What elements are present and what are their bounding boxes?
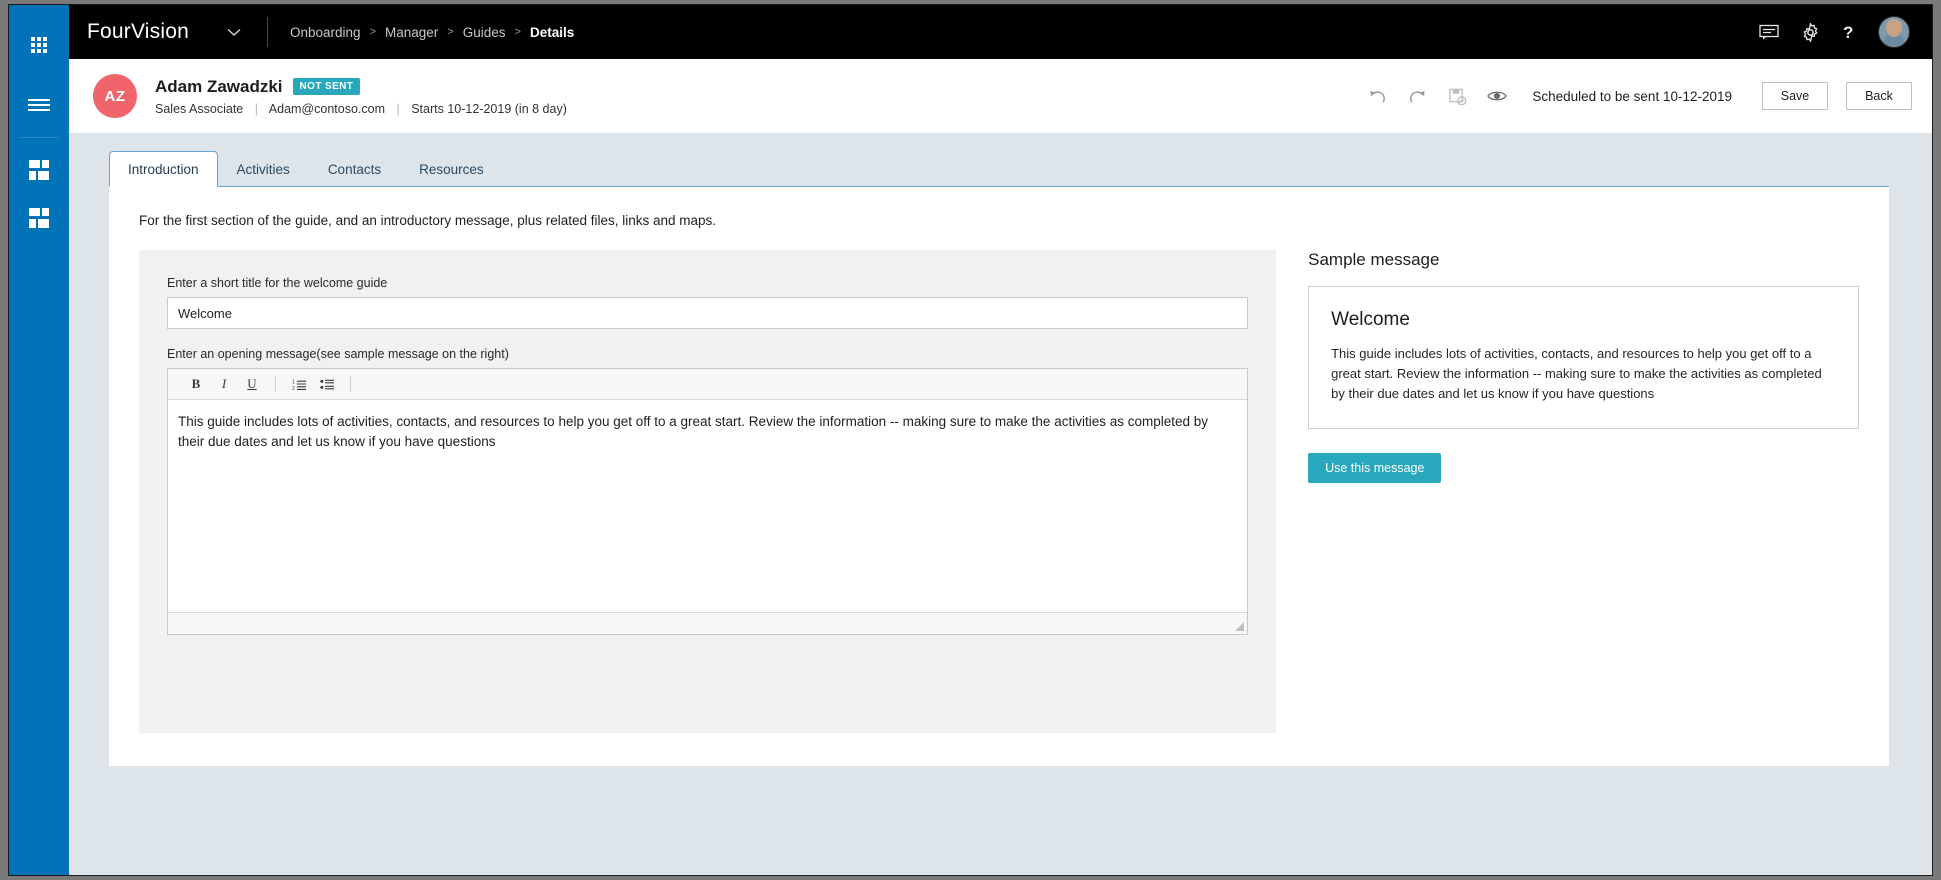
breadcrumb-separator: > — [447, 26, 454, 38]
message-field-label: Enter an opening message(see sample mess… — [167, 347, 509, 361]
tab-activities[interactable]: Activities — [218, 151, 309, 187]
hamburger-icon — [28, 96, 50, 114]
editor-footer — [168, 612, 1248, 634]
sample-message-body: This guide includes lots of activities, … — [1331, 346, 1822, 401]
gear-icon[interactable] — [1801, 22, 1820, 42]
redo-icon[interactable] — [1406, 85, 1428, 107]
waffle-icon — [31, 37, 47, 53]
status-badge: NOT SENT — [292, 78, 361, 95]
tab-resources[interactable]: Resources — [400, 151, 503, 187]
undo-icon[interactable] — [1366, 85, 1388, 107]
tab-strip: Introduction Activities Contacts Resourc… — [109, 151, 1932, 187]
breadcrumb-item-guides[interactable]: Guides — [463, 25, 506, 40]
workspace-button-2[interactable] — [9, 194, 69, 242]
breadcrumb-item-details[interactable]: Details — [530, 25, 574, 40]
svg-text:1: 1 — [292, 379, 295, 385]
app-launcher-button[interactable] — [9, 21, 69, 69]
svg-text:?: ? — [1843, 23, 1853, 42]
rich-text-editor: B I U 1 2 This guide includes lots of ac… — [167, 368, 1249, 635]
record-subtitle: Sales Associate | Adam@contoso.com | Sta… — [155, 102, 567, 116]
bold-button[interactable]: B — [182, 372, 210, 396]
left-rail — [9, 5, 69, 875]
sample-message-heading: Welcome — [1331, 309, 1410, 330]
job-title: Sales Associate — [155, 101, 244, 116]
scheduled-status-text: Scheduled to be sent 10-12-2019 — [1532, 88, 1732, 104]
meta-separator: | — [254, 101, 258, 116]
chevron-down-icon[interactable] — [223, 21, 245, 43]
breadcrumb: Onboarding > Manager > Guides > Details — [290, 25, 574, 40]
sample-message-panel: Sample message Welcome This guide includ… — [1308, 250, 1859, 733]
help-icon[interactable]: ? — [1842, 22, 1856, 42]
use-this-message-button[interactable]: Use this message — [1308, 453, 1442, 483]
tab-introduction[interactable]: Introduction — [109, 151, 218, 187]
tiles-icon — [29, 208, 49, 228]
form-panel: Enter a short title for the welcome guid… — [139, 250, 1277, 733]
sample-message-title: Sample message — [1308, 250, 1440, 269]
tab-contacts[interactable]: Contacts — [309, 151, 400, 187]
back-button[interactable]: Back — [1846, 82, 1912, 110]
meta-separator: | — [396, 101, 400, 116]
save-status-icon[interactable] — [1446, 85, 1468, 107]
record-meta: Adam Zawadzki NOT SENT Sales Associate |… — [155, 77, 567, 116]
topbar-divider — [267, 17, 268, 47]
toolbar-divider — [350, 376, 351, 392]
breadcrumb-separator: > — [514, 26, 521, 38]
save-button[interactable]: Save — [1762, 82, 1828, 110]
ordered-list-icon[interactable]: 1 2 — [285, 372, 313, 396]
italic-button[interactable]: I — [210, 372, 238, 396]
menu-button[interactable] — [9, 81, 69, 129]
svg-text:2: 2 — [292, 386, 295, 391]
workspace-button-1[interactable] — [9, 146, 69, 194]
rail-divider — [19, 137, 59, 138]
sample-message-box: Welcome This guide includes lots of acti… — [1308, 286, 1859, 429]
avatar-initials: AZ — [93, 74, 137, 118]
title-field-label: Enter a short title for the welcome guid… — [167, 276, 388, 290]
tiles-icon — [29, 160, 49, 180]
resize-handle[interactable] — [1235, 622, 1245, 631]
tab-panel-introduction: For the first section of the guide, and … — [109, 186, 1889, 766]
application-window: FourVision Onboarding > Manager > Guides… — [8, 4, 1933, 876]
email-address: Adam@contoso.com — [268, 101, 385, 116]
top-navigation-bar: FourVision Onboarding > Manager > Guides… — [69, 5, 1932, 59]
page-title: Adam Zawadzki — [155, 76, 283, 96]
avatar[interactable] — [1878, 16, 1910, 48]
intro-description: For the first section of the guide, and … — [139, 213, 717, 228]
breadcrumb-item-manager[interactable]: Manager — [385, 25, 438, 40]
breadcrumb-separator: > — [369, 26, 376, 38]
feedback-icon[interactable] — [1759, 24, 1779, 40]
preview-icon[interactable] — [1486, 85, 1508, 107]
editor-toolbar: B I U 1 2 — [168, 369, 1248, 400]
page-body: Introduction Activities Contacts Resourc… — [69, 133, 1932, 875]
brand-title: FourVision — [87, 20, 189, 43]
message-editor-body[interactable]: This guide includes lots of activities, … — [168, 400, 1248, 612]
record-header: AZ Adam Zawadzki NOT SENT Sales Associat… — [69, 59, 1932, 133]
underline-button[interactable]: U — [238, 372, 266, 396]
topbar-actions: ? — [1759, 16, 1932, 48]
record-actions: Scheduled to be sent 10-12-2019 Save Bac… — [1366, 82, 1912, 110]
breadcrumb-item-onboarding[interactable]: Onboarding — [290, 25, 361, 40]
toolbar-divider — [275, 376, 276, 392]
title-input[interactable] — [167, 297, 1249, 329]
bullet-list-icon[interactable] — [313, 372, 341, 396]
content-grid: Enter a short title for the welcome guid… — [139, 250, 1859, 733]
start-date: Starts 10-12-2019 (in 8 day) — [411, 101, 567, 116]
